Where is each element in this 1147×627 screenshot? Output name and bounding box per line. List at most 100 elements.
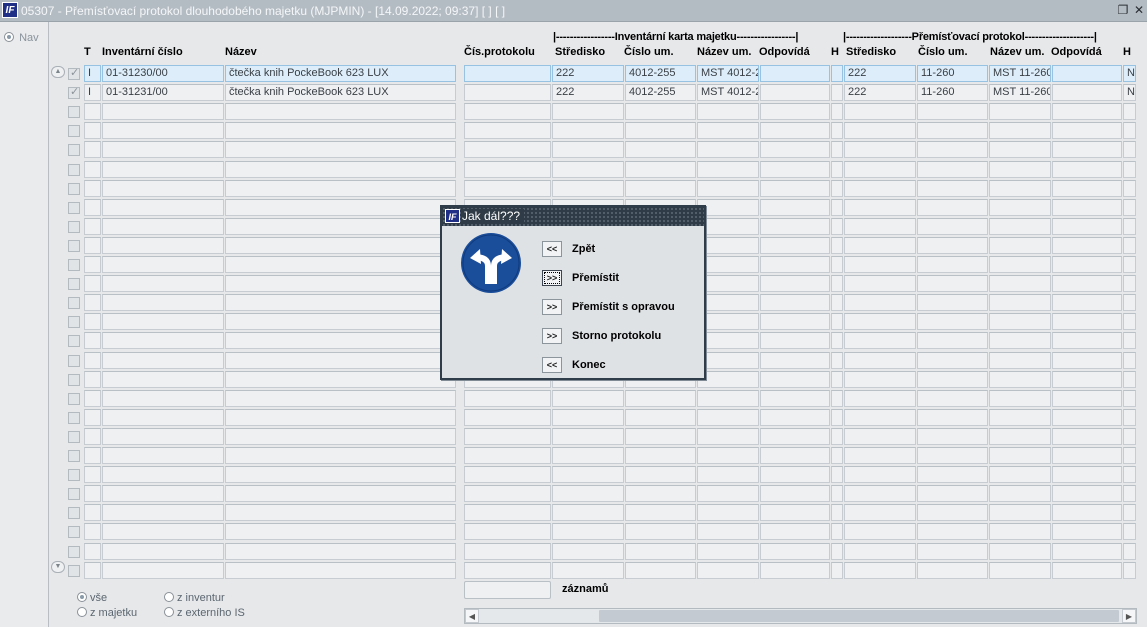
cell-card-loc-name[interactable]	[697, 161, 759, 178]
cell-card-resp[interactable]	[760, 237, 830, 254]
cell-prot-h[interactable]	[1123, 447, 1136, 464]
cell-t[interactable]	[84, 294, 101, 311]
cell-prot-h[interactable]	[1123, 256, 1136, 273]
cell-card-h[interactable]	[831, 504, 843, 521]
cell-prot-loc-no[interactable]	[917, 294, 988, 311]
scroll-down-icon[interactable]: ▼	[51, 561, 65, 573]
cell-prot-loc-name[interactable]: MST 11-260	[989, 65, 1051, 82]
cell-prot-loc-no[interactable]	[917, 390, 988, 407]
cell-prot-h[interactable]	[1123, 543, 1136, 560]
cell-inv-number[interactable]: 01-31231/00	[102, 84, 224, 101]
cell-prot-resp[interactable]	[1052, 218, 1122, 235]
cell-card-loc-name[interactable]	[697, 103, 759, 120]
cell-prot-loc-name[interactable]	[989, 161, 1051, 178]
cell-t[interactable]	[84, 371, 101, 388]
cell-card-resp[interactable]	[760, 275, 830, 292]
cell-prot-loc-name[interactable]	[989, 485, 1051, 502]
cell-protocol-no[interactable]	[464, 428, 551, 445]
cell-card-loc-no[interactable]	[625, 562, 696, 579]
cell-name[interactable]	[225, 485, 456, 502]
cell-prot-loc-name[interactable]	[989, 332, 1051, 349]
cell-prot-resp[interactable]	[1052, 161, 1122, 178]
cell-t[interactable]	[84, 103, 101, 120]
cell-prot-resp[interactable]	[1052, 141, 1122, 158]
cell-prot-h[interactable]	[1123, 122, 1136, 139]
cell-name[interactable]	[225, 103, 456, 120]
cell-card-resp[interactable]	[760, 65, 830, 82]
cell-t[interactable]	[84, 390, 101, 407]
cell-t[interactable]	[84, 161, 101, 178]
cell-inv-number[interactable]	[102, 466, 224, 483]
cell-card-loc-name[interactable]	[697, 562, 759, 579]
cell-prot-loc-name[interactable]	[989, 180, 1051, 197]
cell-card-h[interactable]	[831, 218, 843, 235]
cell-card-loc-no[interactable]	[625, 466, 696, 483]
filter-from-external[interactable]: z externího IS	[164, 607, 245, 619]
cell-prot-loc-name[interactable]	[989, 447, 1051, 464]
cell-card-h[interactable]	[831, 466, 843, 483]
cell-card-loc-no[interactable]: 4012-255	[625, 65, 696, 82]
cell-prot-loc-name[interactable]	[989, 141, 1051, 158]
scroll-up-icon[interactable]: ▲	[51, 66, 65, 78]
cell-prot-loc-name[interactable]	[989, 275, 1051, 292]
cell-prot-loc-no[interactable]	[917, 523, 988, 540]
cell-card-h[interactable]	[831, 141, 843, 158]
cell-card-loc-name[interactable]	[697, 371, 759, 388]
cell-prot-center[interactable]	[844, 485, 916, 502]
cell-card-resp[interactable]	[760, 256, 830, 273]
cell-card-resp[interactable]	[760, 485, 830, 502]
cell-prot-resp[interactable]	[1052, 294, 1122, 311]
cell-card-h[interactable]	[831, 294, 843, 311]
cell-prot-loc-no[interactable]	[917, 313, 988, 330]
cell-card-loc-name[interactable]	[697, 141, 759, 158]
row-checkbox[interactable]	[68, 297, 80, 309]
cell-t[interactable]: I	[84, 65, 101, 82]
cell-prot-center[interactable]	[844, 199, 916, 216]
cell-inv-number[interactable]	[102, 256, 224, 273]
cell-protocol-no[interactable]	[464, 543, 551, 560]
cell-card-resp[interactable]	[760, 428, 830, 445]
scroll-right-icon[interactable]: ▶	[1122, 609, 1136, 623]
row-checkbox[interactable]	[68, 221, 80, 233]
row-checkbox[interactable]	[68, 355, 80, 367]
cell-inv-number[interactable]	[102, 485, 224, 502]
cell-prot-center[interactable]: 222	[844, 84, 916, 101]
cell-card-loc-name[interactable]	[697, 313, 759, 330]
cell-card-resp[interactable]	[760, 543, 830, 560]
cell-card-loc-name[interactable]	[697, 523, 759, 540]
cell-card-resp[interactable]	[760, 218, 830, 235]
cell-prot-loc-no[interactable]	[917, 371, 988, 388]
cell-prot-resp[interactable]	[1052, 352, 1122, 369]
row-checkbox[interactable]	[68, 469, 80, 481]
cell-card-loc-name[interactable]	[697, 409, 759, 426]
cell-name[interactable]	[225, 313, 456, 330]
cell-protocol-no[interactable]	[464, 65, 551, 82]
cell-card-loc-name[interactable]	[697, 485, 759, 502]
cell-name[interactable]	[225, 275, 456, 292]
cell-prot-center[interactable]	[844, 161, 916, 178]
cell-card-resp[interactable]	[760, 523, 830, 540]
cell-card-resp[interactable]	[760, 161, 830, 178]
cell-t[interactable]	[84, 122, 101, 139]
cell-card-h[interactable]	[831, 122, 843, 139]
cell-card-center[interactable]	[552, 447, 624, 464]
cell-inv-number[interactable]	[102, 428, 224, 445]
cell-card-h[interactable]	[831, 256, 843, 273]
cell-prot-center[interactable]	[844, 103, 916, 120]
cell-card-resp[interactable]	[760, 447, 830, 464]
cell-card-loc-no[interactable]	[625, 409, 696, 426]
cell-inv-number[interactable]	[102, 199, 224, 216]
cell-prot-resp[interactable]	[1052, 428, 1122, 445]
cell-card-loc-no[interactable]	[625, 447, 696, 464]
cell-prot-resp[interactable]	[1052, 65, 1122, 82]
cell-card-center[interactable]	[552, 543, 624, 560]
cell-prot-loc-no[interactable]: 11-260	[917, 65, 988, 82]
cell-t[interactable]	[84, 485, 101, 502]
cell-inv-number[interactable]	[102, 313, 224, 330]
cell-prot-resp[interactable]	[1052, 237, 1122, 254]
cell-prot-loc-no[interactable]	[917, 141, 988, 158]
row-checkbox[interactable]	[68, 393, 80, 405]
cell-prot-loc-name[interactable]	[989, 103, 1051, 120]
cell-prot-resp[interactable]	[1052, 523, 1122, 540]
row-checkbox[interactable]	[68, 374, 80, 386]
